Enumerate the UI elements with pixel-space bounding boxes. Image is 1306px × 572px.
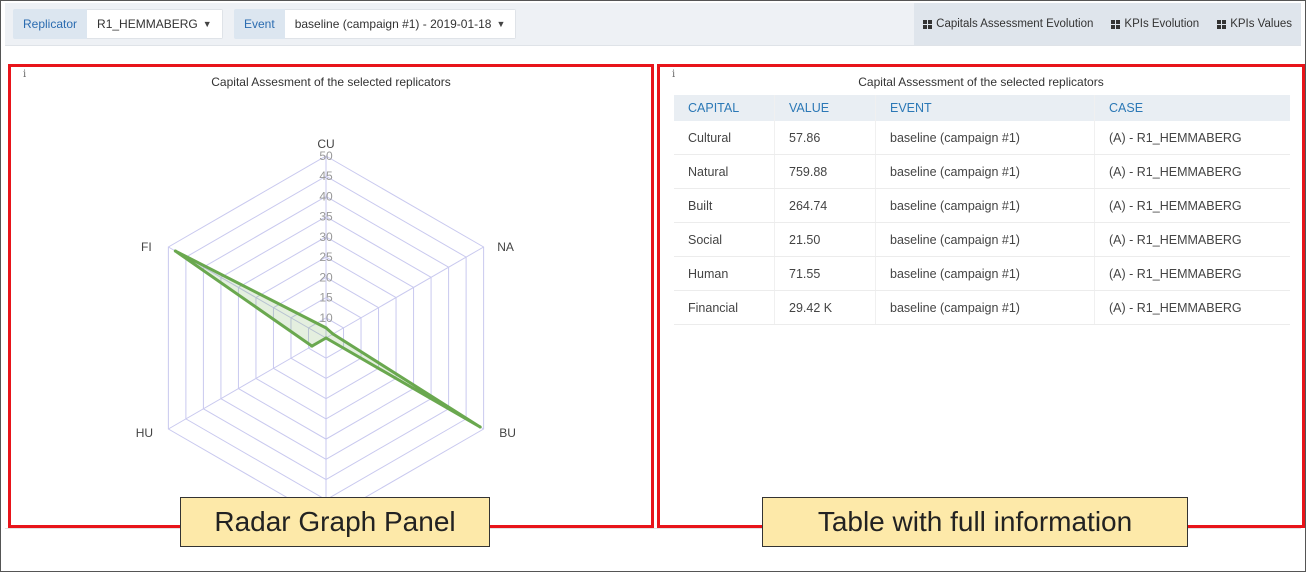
event-label: Event [234, 9, 285, 39]
nav-label: Capitals Assessment Evolution [936, 18, 1094, 30]
radar-data-point [310, 344, 314, 348]
cell-event: baseline (campaign #1) [875, 222, 1095, 257]
event-filter[interactable]: Event baseline (campaign #1) - 2019-01-1… [234, 9, 517, 39]
radar-axis-label: CU [317, 137, 334, 151]
column-header-case[interactable]: CASE [1094, 95, 1290, 121]
table-row: Human 71.55 baseline (campaign #1) (A) -… [674, 256, 1290, 291]
table-row: Financial 29.42 K baseline (campaign #1)… [674, 290, 1290, 325]
cell-value: 759.88 [774, 154, 876, 189]
view-nav: Capitals Assessment Evolution KPIs Evolu… [914, 3, 1301, 45]
radar-axis-label: BU [499, 426, 516, 440]
replicator-dropdown[interactable]: R1_HEMMABERG ▼ [87, 9, 223, 39]
radar-tick-label: 40 [319, 189, 333, 203]
cell-value: 29.42 K [774, 290, 876, 325]
nav-label: KPIs Evolution [1124, 18, 1200, 30]
cell-event: baseline (campaign #1) [875, 121, 1095, 155]
cell-capital: Financial [674, 290, 775, 325]
radar-spoke [325, 246, 484, 339]
column-header-value[interactable]: VALUE [774, 95, 876, 121]
capital-table: CAPITAL VALUE EVENT CASE Cultural 57.86 … [674, 95, 1290, 325]
radar-data-point [173, 249, 177, 253]
table-header-row: CAPITAL VALUE EVENT CASE [674, 95, 1290, 121]
caret-down-icon: ▼ [202, 19, 212, 29]
replicator-value: R1_HEMMABERG [97, 17, 198, 31]
table-row: Natural 759.88 baseline (campaign #1) (A… [674, 154, 1290, 189]
nav-kpis-evolution[interactable]: KPIs Evolution [1102, 3, 1208, 45]
cell-capital: Natural [674, 154, 775, 189]
cell-capital: Human [674, 256, 775, 291]
radar-tick-label: 25 [319, 250, 333, 264]
event-dropdown[interactable]: baseline (campaign #1) - 2019-01-18 ▼ [284, 9, 517, 39]
replicator-label: Replicator [13, 9, 88, 39]
table-row: Social 21.50 baseline (campaign #1) (A) … [674, 222, 1290, 257]
column-header-event[interactable]: EVENT [875, 95, 1095, 121]
radar-spoke [168, 337, 327, 430]
nav-capitals-assessment-evolution[interactable]: Capitals Assessment Evolution [914, 3, 1102, 45]
cell-case: (A) - R1_HEMMABERG [1094, 290, 1290, 325]
event-value: baseline (campaign #1) - 2019-01-18 [294, 17, 492, 31]
radar-tick-label: 30 [319, 230, 333, 244]
grid-icon [923, 19, 933, 29]
radar-chart: 101520253035404550CUNABUSOHUFI [136, 137, 516, 521]
radar-tick-label: 35 [319, 210, 333, 224]
radar-axis-label: NA [497, 240, 514, 254]
cell-event: baseline (campaign #1) [875, 256, 1095, 291]
cell-case: (A) - R1_HEMMABERG [1094, 222, 1290, 257]
table-row: Cultural 57.86 baseline (campaign #1) (A… [674, 121, 1290, 155]
callout-table-full-info: Table with full information [762, 497, 1188, 547]
radar-axis-label: FI [141, 240, 152, 254]
callout-radar-graph-panel: Radar Graph Panel [180, 497, 490, 547]
cell-capital: Social [674, 222, 775, 257]
cell-value: 71.55 [774, 256, 876, 291]
cell-event: baseline (campaign #1) [875, 154, 1095, 189]
radar-tick-label: 15 [319, 291, 333, 305]
table-row: Built 264.74 baseline (campaign #1) (A) … [674, 188, 1290, 223]
cell-capital: Built [674, 188, 775, 223]
cell-event: baseline (campaign #1) [875, 290, 1095, 325]
cell-value: 264.74 [774, 188, 876, 223]
radar-tick-label: 10 [319, 311, 333, 325]
radar-graph-panel: i Capital Assesment of the selected repl… [8, 64, 654, 528]
radar-tick-label: 45 [319, 169, 333, 183]
cell-event: baseline (campaign #1) [875, 188, 1095, 223]
cell-value: 21.50 [774, 222, 876, 257]
grid-icon [1217, 19, 1227, 29]
radar-tick-label: 50 [319, 149, 333, 163]
cell-case: (A) - R1_HEMMABERG [1094, 188, 1290, 223]
radar-data-point [331, 332, 335, 336]
table-title: Capital Assessment of the selected repli… [858, 75, 1104, 89]
radar-data-point [478, 425, 482, 429]
toolbar: Replicator R1_HEMMABERG ▼ Event baseline… [5, 3, 1301, 46]
cell-value: 57.86 [774, 121, 876, 155]
cell-capital: Cultural [674, 121, 775, 155]
radar-data-point [324, 336, 328, 340]
radar-axis-label: HU [136, 426, 153, 440]
radar-tick-label: 20 [319, 270, 333, 284]
nav-kpis-values[interactable]: KPIs Values [1208, 3, 1301, 45]
caret-down-icon: ▼ [496, 19, 506, 29]
cell-case: (A) - R1_HEMMABERG [1094, 256, 1290, 291]
replicator-filter[interactable]: Replicator R1_HEMMABERG ▼ [13, 9, 223, 39]
nav-label: KPIs Values [1230, 18, 1292, 30]
column-header-capital[interactable]: CAPITAL [674, 95, 775, 121]
cell-case: (A) - R1_HEMMABERG [1094, 121, 1290, 155]
table-panel: i Capital Assessment of the selected rep… [657, 64, 1305, 528]
grid-icon [1111, 19, 1121, 29]
radar-data-point [324, 326, 328, 330]
cell-case: (A) - R1_HEMMABERG [1094, 154, 1290, 189]
